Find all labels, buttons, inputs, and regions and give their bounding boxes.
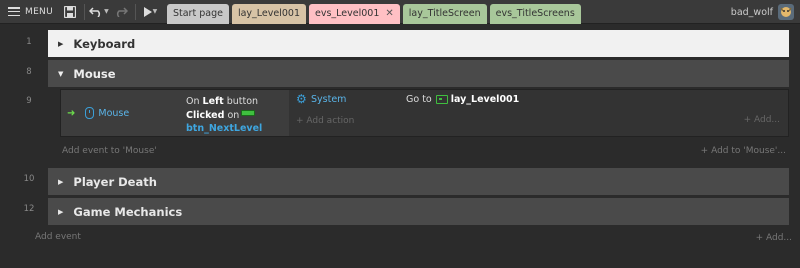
- button-object-icon: [241, 109, 256, 116]
- group-keyboard[interactable]: ▶ Keyboard: [48, 30, 789, 57]
- play-dropdown-icon[interactable]: ▼: [153, 8, 158, 15]
- chevron-right-icon[interactable]: ▶: [58, 208, 63, 216]
- chevron-down-icon[interactable]: ▼: [58, 70, 63, 78]
- close-icon[interactable]: ✕: [385, 8, 393, 19]
- chevron-right-icon[interactable]: ▶: [58, 40, 63, 48]
- gear-icon: ⚙: [296, 92, 307, 106]
- row-number: 10: [23, 174, 35, 184]
- row-number: 1: [26, 37, 32, 47]
- menu-label: MENU: [25, 6, 53, 17]
- tab-start-page[interactable]: Start page: [166, 3, 229, 24]
- menu-button[interactable]: MENU: [0, 0, 59, 24]
- tab-lay-level001[interactable]: lay_Level001: [231, 3, 306, 24]
- arrow-right-icon: ➜: [67, 107, 76, 119]
- tab-label: Start page: [172, 8, 223, 19]
- cond-target: btn_NextLevel: [186, 123, 263, 134]
- hamburger-icon: [8, 7, 20, 16]
- cond-word: On: [186, 96, 200, 107]
- undo-icon[interactable]: ▼: [88, 0, 110, 24]
- action-target: lay_Level001: [450, 94, 520, 105]
- group-title: Player Death: [73, 174, 157, 189]
- row-number: 9: [26, 96, 32, 106]
- add-more-link[interactable]: + Add...: [756, 233, 792, 243]
- user-menu[interactable]: bad_wolf: [731, 0, 794, 24]
- add-event-link[interactable]: Add event: [35, 232, 81, 242]
- tab-evs-level001[interactable]: evs_Level001 ✕: [309, 3, 400, 24]
- cond-word: on: [227, 109, 240, 121]
- add-action-link[interactable]: + Add action: [296, 116, 354, 126]
- action-object: ⚙ System: [296, 92, 347, 106]
- avatar[interactable]: [778, 4, 794, 20]
- cond-button-param: Left: [202, 96, 224, 107]
- toolbar-divider: [83, 3, 85, 20]
- group-game-mechanics[interactable]: ▶ Game Mechanics: [48, 198, 789, 225]
- toolbar-divider: [134, 3, 136, 20]
- play-icon[interactable]: ▼: [139, 0, 161, 24]
- action-object-name: System: [311, 94, 347, 105]
- tab-label: evs_TitleScreens: [495, 8, 575, 19]
- group-title: Mouse: [73, 66, 116, 81]
- tab-evs-titlescreens[interactable]: evs_TitleScreens: [489, 3, 581, 24]
- tab-label: evs_Level001: [315, 8, 380, 19]
- mouse-icon: [85, 107, 95, 119]
- add-more-link[interactable]: + Add...: [744, 115, 780, 125]
- undo-dropdown-icon[interactable]: ▼: [104, 8, 109, 15]
- group-title: Keyboard: [73, 36, 136, 51]
- chevron-right-icon[interactable]: ▶: [58, 178, 63, 186]
- cond-word: button: [226, 96, 259, 107]
- add-event-to-mouse-link[interactable]: Add event to 'Mouse': [62, 146, 157, 156]
- event-sheet: 1 ▶ Keyboard 8 ▼ Mouse 9 ➜ Mouse On Left…: [0, 25, 800, 268]
- group-mouse[interactable]: ▼ Mouse: [48, 60, 789, 87]
- tab-label: lay_Level001: [237, 8, 300, 19]
- redo-icon[interactable]: [110, 0, 132, 24]
- username: bad_wolf: [730, 6, 773, 18]
- group-title: Game Mechanics: [73, 204, 183, 219]
- add-to-mouse-link[interactable]: + Add to 'Mouse'...: [701, 146, 786, 156]
- row-number: 12: [23, 204, 35, 214]
- event-actions: ⚙ System Go to lay_Level001 + Add action…: [289, 90, 788, 136]
- condition-text[interactable]: On Left button Clicked on btn_NextLevel: [186, 95, 289, 136]
- group-player-death[interactable]: ▶ Player Death: [48, 168, 789, 195]
- event-condition[interactable]: ➜ Mouse On Left button Clicked on btn_Ne…: [61, 90, 289, 136]
- tab-bar: Start page lay_Level001 evs_Level001 ✕ la…: [166, 0, 584, 24]
- layout-icon: [435, 95, 448, 104]
- action-text[interactable]: Go to lay_Level001: [406, 94, 519, 105]
- action-verb: Go to: [406, 94, 432, 105]
- action-row[interactable]: ⚙ System Go to lay_Level001: [289, 90, 788, 110]
- condition-object-name: Mouse: [98, 107, 130, 119]
- save-icon[interactable]: [59, 0, 81, 24]
- event-row[interactable]: ➜ Mouse On Left button Clicked on btn_Ne…: [60, 89, 789, 137]
- row-number: 8: [26, 67, 32, 77]
- tab-lay-titlescreen[interactable]: lay_TitleScreen: [402, 3, 487, 24]
- cond-clicked: Clicked: [186, 109, 225, 121]
- tab-label: lay_TitleScreen: [408, 8, 481, 19]
- condition-object[interactable]: ➜ Mouse: [61, 90, 182, 136]
- toolbar: MENU ▼ ▼ Start page lay_Level001 evs_Lev…: [0, 0, 800, 24]
